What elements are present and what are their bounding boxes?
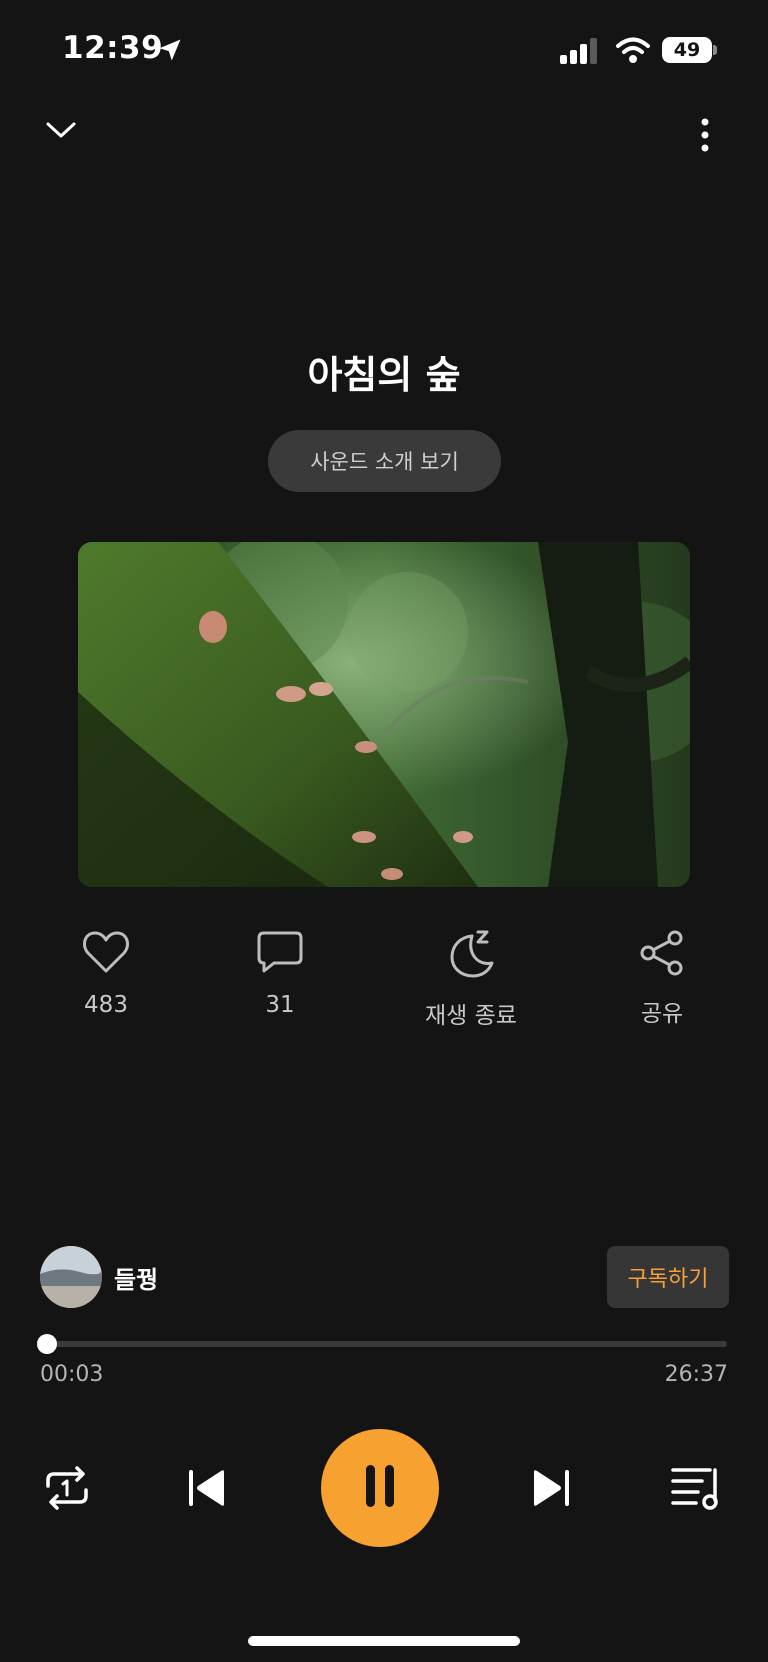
status-time: 12:39 [62,30,164,66]
share-icon [639,930,685,980]
playlist-button[interactable] [670,1466,722,1516]
home-indicator[interactable] [248,1636,520,1646]
like-button[interactable]: 483 [36,930,176,1018]
next-button[interactable] [530,1468,572,1512]
sleep-timer-button[interactable]: 재생 종료 [401,930,541,1030]
location-arrow-icon [156,36,184,68]
heart-icon [82,930,130,978]
chevron-down-icon [44,122,78,146]
subscribe-button[interactable]: 구독하기 [607,1246,729,1308]
track-title: 아침의 숲 [307,353,461,397]
track-artwork [78,542,690,887]
playlist-music-icon [670,1468,722,1516]
more-options-button[interactable] [690,116,720,156]
pause-button[interactable] [321,1429,439,1547]
sleep-timer-label: 재생 종료 [425,1003,517,1029]
battery-cap [713,45,717,55]
comment-count: 31 [265,992,295,1018]
skip-next-icon [530,1470,572,1512]
progress-track[interactable] [46,1341,727,1347]
total-time: 26:37 [664,1362,728,1387]
sound-intro-button[interactable]: 사운드 소개 보기 [268,430,501,492]
battery-icon: 49 [662,37,712,63]
progress-knob[interactable] [37,1334,57,1354]
pause-icon [360,1463,400,1513]
creator-avatar[interactable] [40,1246,102,1308]
like-count: 483 [84,992,128,1018]
creator-name[interactable]: 들꿩 [114,1260,158,1295]
more-vertical-icon [690,118,720,160]
current-time: 00:03 [40,1362,104,1387]
battery-level: 49 [673,39,701,61]
share-button[interactable]: 공유 [592,930,732,1028]
comment-icon [256,930,304,978]
wifi-icon [616,36,650,68]
signal-icon [560,38,600,68]
repeat-one-icon [42,1466,92,1516]
repeat-one-button[interactable] [42,1464,92,1516]
previous-button[interactable] [186,1468,228,1512]
comment-button[interactable]: 31 [210,930,350,1018]
share-label: 공유 [640,1001,684,1027]
moon-sleep-icon [446,930,496,982]
collapse-button[interactable] [44,118,84,154]
skip-previous-icon [186,1470,228,1512]
